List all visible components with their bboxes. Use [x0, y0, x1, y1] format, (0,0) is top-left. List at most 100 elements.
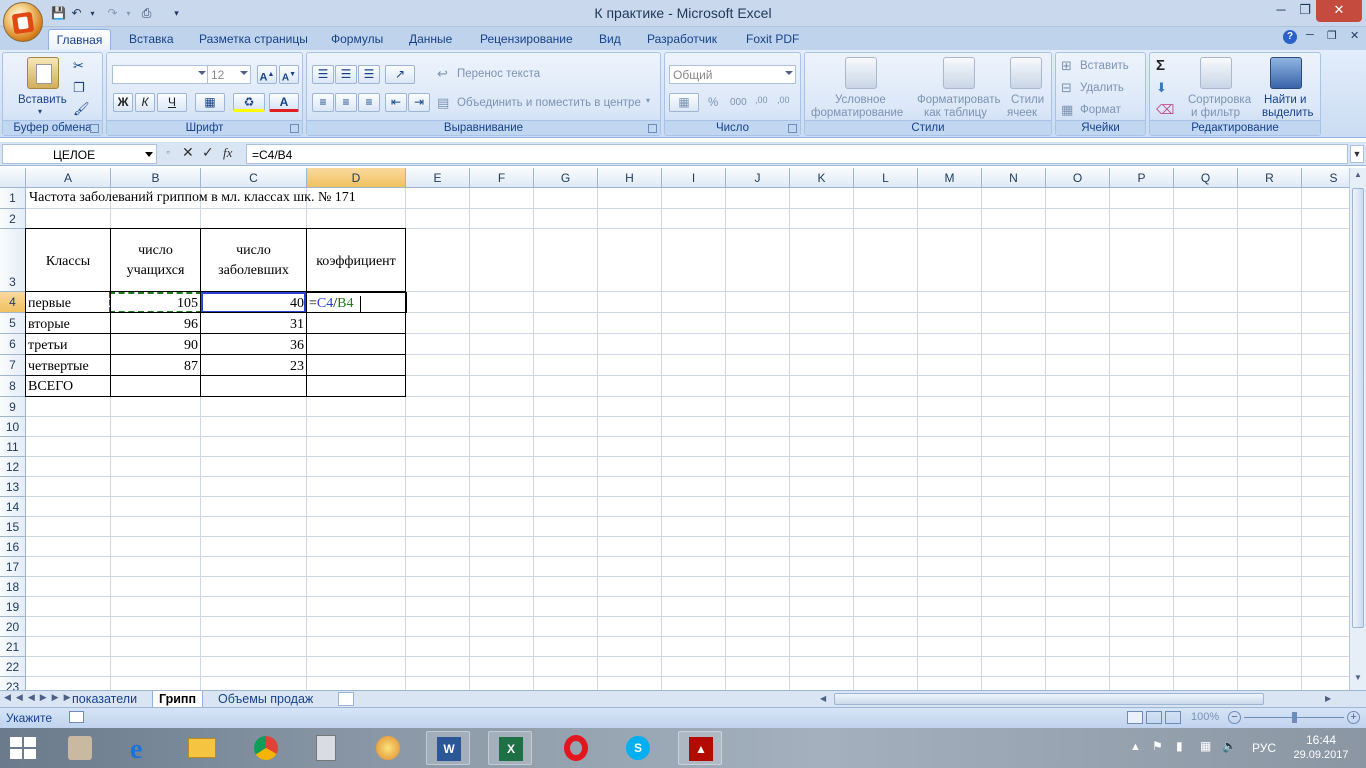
- font-color-icon[interactable]: A: [269, 93, 299, 112]
- page-break-view-icon[interactable]: [1165, 711, 1181, 724]
- underline-button[interactable]: Ч: [157, 93, 187, 112]
- find-select-icon[interactable]: [1270, 57, 1302, 89]
- undo-dropdown-icon[interactable]: ▾: [84, 5, 101, 22]
- wrap-text-button[interactable]: Перенос текста: [457, 68, 540, 80]
- customize-qat-icon[interactable]: ▾: [168, 5, 185, 22]
- clock-date[interactable]: 29.09.2017: [1290, 749, 1352, 761]
- header-students-line2[interactable]: учащихся: [111, 263, 200, 279]
- align-center-icon[interactable]: ≡: [335, 93, 357, 112]
- cell-a8[interactable]: ВСЕГО: [28, 379, 73, 395]
- chrome-icon[interactable]: [244, 731, 288, 765]
- sort-filter-label-2[interactable]: и фильтр: [1191, 107, 1240, 119]
- windows-start-icon[interactable]: [10, 737, 36, 759]
- tab-foxit-pdf[interactable]: Foxit PDF: [744, 29, 801, 50]
- network-icon[interactable]: ▦: [1200, 739, 1211, 753]
- redo-icon[interactable]: ↷: [104, 5, 121, 22]
- word-icon[interactable]: W: [426, 731, 470, 765]
- autosum-icon[interactable]: Σ: [1156, 57, 1165, 74]
- tab-view[interactable]: Вид: [597, 29, 623, 50]
- column-header-b[interactable]: B: [111, 168, 201, 188]
- scroll-up-icon[interactable]: ▲: [1352, 170, 1364, 182]
- decrease-indent-icon[interactable]: ⇤: [385, 93, 407, 112]
- sheet-tab-sales[interactable]: Объемы продаж: [212, 691, 319, 708]
- zoom-out-icon[interactable]: −: [1228, 711, 1241, 724]
- column-header-n[interactable]: N: [982, 168, 1046, 188]
- increase-decimal-icon[interactable]: ,00: [755, 95, 768, 105]
- format-as-table-icon[interactable]: [943, 57, 975, 89]
- volume-icon[interactable]: 🔈: [1222, 739, 1237, 753]
- format-as-table-label-1[interactable]: Форматировать: [917, 94, 1000, 106]
- redo-dropdown-icon[interactable]: ▾: [120, 5, 137, 22]
- bold-button[interactable]: Ж: [113, 93, 133, 112]
- italic-button[interactable]: К: [135, 93, 155, 112]
- page-layout-view-icon[interactable]: [1146, 711, 1162, 724]
- number-format-combo[interactable]: Общий: [669, 65, 796, 84]
- clock-time[interactable]: 16:44: [1296, 733, 1346, 747]
- format-painter-icon[interactable]: 🖌: [73, 101, 90, 117]
- cell-c7[interactable]: 23: [201, 359, 304, 375]
- fill-icon[interactable]: ⬇: [1156, 80, 1167, 96]
- row-header-17[interactable]: 17: [0, 557, 26, 577]
- insert-cells-button[interactable]: Вставить: [1080, 60, 1129, 72]
- worksheet-grid[interactable]: ABCDEFGHIJKLMNOPQRS 1 2 3 4 5 6 7 8 9 10 11 12 13 14 1…: [0, 168, 1349, 690]
- paste-button[interactable]: Вставить: [18, 94, 67, 106]
- taskbar-app-1-icon[interactable]: [58, 731, 102, 765]
- cell-a4[interactable]: первые: [28, 296, 71, 312]
- cut-icon[interactable]: ✂: [73, 58, 84, 74]
- row-header-18[interactable]: 18: [0, 577, 26, 597]
- column-header-a[interactable]: A: [26, 168, 111, 188]
- tab-data[interactable]: Данные: [407, 29, 454, 50]
- column-header-o[interactable]: O: [1046, 168, 1110, 188]
- cell-c5[interactable]: 31: [201, 317, 304, 333]
- restore-icon[interactable]: ❐: [1294, 0, 1316, 22]
- clipboard-dialog-launcher-icon[interactable]: [90, 124, 99, 133]
- sort-filter-label-1[interactable]: Сортировка: [1188, 94, 1251, 106]
- column-header-r[interactable]: R: [1238, 168, 1302, 188]
- thousands-button[interactable]: 000: [730, 97, 747, 108]
- column-header-q[interactable]: Q: [1174, 168, 1238, 188]
- help-icon[interactable]: ?: [1283, 30, 1297, 44]
- column-header-c[interactable]: C: [201, 168, 307, 188]
- row-header-15[interactable]: 15: [0, 517, 26, 537]
- skype-icon[interactable]: S: [616, 731, 660, 765]
- sheet-tab-flu[interactable]: Грипп: [152, 691, 204, 708]
- row-header-7[interactable]: 7: [0, 355, 26, 376]
- row-header-19[interactable]: 19: [0, 597, 26, 617]
- tab-review[interactable]: Рецензирование: [478, 29, 575, 50]
- sheet-nav-icons[interactable]: ◀◀◀▶▶▶: [4, 692, 76, 703]
- alignment-dialog-launcher-icon[interactable]: [648, 124, 657, 133]
- format-cells-button[interactable]: Формат: [1080, 104, 1121, 116]
- opera-icon[interactable]: [554, 731, 598, 765]
- quick-print-icon[interactable]: ⎙: [138, 5, 155, 22]
- column-header-k[interactable]: K: [790, 168, 854, 188]
- paint-icon[interactable]: [366, 731, 410, 765]
- expand-formula-bar-icon[interactable]: ▼: [1350, 145, 1364, 163]
- find-select-label-1[interactable]: Найти и: [1264, 94, 1306, 106]
- name-box[interactable]: ЦЕЛОЕ: [2, 144, 157, 164]
- language-indicator[interactable]: РУС: [1252, 741, 1276, 755]
- vertical-scrollbar[interactable]: ▲ ▼: [1349, 168, 1366, 690]
- acrobat-icon[interactable]: ▲: [678, 731, 722, 765]
- column-header-e[interactable]: E: [406, 168, 470, 188]
- column-header-l[interactable]: L: [854, 168, 918, 188]
- format-as-table-label-2[interactable]: как таблицу: [924, 107, 987, 119]
- header-coefficient[interactable]: коэффициент: [307, 254, 405, 270]
- header-classes[interactable]: Классы: [26, 254, 110, 270]
- row-header-23[interactable]: 23: [0, 677, 26, 690]
- column-header-s[interactable]: S: [1302, 168, 1349, 188]
- align-left-icon[interactable]: ≡: [312, 93, 334, 112]
- fill-color-icon[interactable]: ♻: [233, 93, 265, 112]
- hscroll-left-icon[interactable]: ◀: [820, 694, 832, 705]
- row-header-1[interactable]: 1: [0, 188, 26, 209]
- row-header-22[interactable]: 22: [0, 657, 26, 677]
- row-header-10[interactable]: 10: [0, 417, 26, 437]
- row-header-13[interactable]: 13: [0, 477, 26, 497]
- cell-styles-icon[interactable]: [1010, 57, 1042, 89]
- calculator-icon[interactable]: [304, 731, 348, 765]
- borders-icon[interactable]: ▦: [195, 93, 225, 112]
- row-header-11[interactable]: 11: [0, 437, 26, 457]
- copy-icon[interactable]: ❐: [73, 80, 85, 96]
- row-header-2[interactable]: 2: [0, 209, 26, 229]
- save-icon[interactable]: 💾: [50, 5, 67, 22]
- tab-formulas[interactable]: Формулы: [329, 29, 385, 50]
